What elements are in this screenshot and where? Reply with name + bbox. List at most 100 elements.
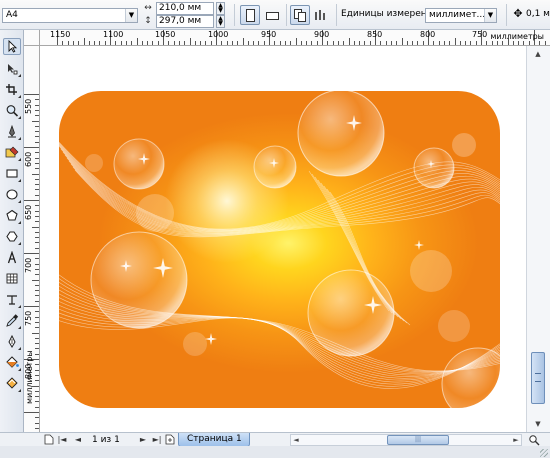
ruler-tick <box>200 41 202 45</box>
scroll-left-arrow-icon[interactable]: ◄ <box>291 435 301 445</box>
page-width-field[interactable]: 210,0 мм <box>156 2 214 15</box>
ruler-tick <box>35 348 39 350</box>
vertical-scrollbar[interactable]: ▲ ▼ <box>526 46 550 432</box>
ruler-tick <box>67 41 69 45</box>
current-page-button[interactable] <box>311 5 331 25</box>
width-spinner[interactable]: ▲ ▼ <box>216 2 225 15</box>
ruler-origin[interactable] <box>24 30 40 46</box>
first-page-button[interactable]: |◄ <box>56 433 68 446</box>
ruler-tick <box>311 41 313 45</box>
freehand-tool[interactable] <box>3 123 21 140</box>
ruler-tick <box>35 115 39 117</box>
outline-pen-icon <box>8 335 16 348</box>
shape-tool[interactable] <box>3 60 21 77</box>
smart-fill-icon <box>5 146 19 158</box>
paper-size-dropdown[interactable]: A4 ▼ <box>2 8 138 23</box>
outline-pen-tool[interactable] <box>3 333 21 350</box>
add-page-icon[interactable] <box>165 434 175 445</box>
ruler-tick <box>157 41 159 45</box>
polygon-tool[interactable] <box>3 207 21 224</box>
ruler-tick <box>104 41 106 45</box>
bubble <box>413 147 455 189</box>
page-tab-1[interactable]: Страница 1 <box>178 433 250 447</box>
landscape-icon <box>266 12 279 20</box>
bubble <box>113 138 165 190</box>
page-height-field[interactable]: 297,0 мм <box>156 15 214 28</box>
units-dropdown[interactable]: миллимет... ▼ <box>425 8 497 23</box>
navigator-magnifier-icon[interactable] <box>528 434 540 446</box>
pick-tool[interactable] <box>3 38 21 55</box>
ruler-tick <box>491 41 493 45</box>
ruler-label: 600 <box>24 151 33 167</box>
vertical-scroll-thumb[interactable] <box>531 352 545 404</box>
ruler-tick <box>422 41 424 45</box>
ruler-tick <box>327 41 329 45</box>
ruler-tick <box>99 41 101 45</box>
ruler-tick <box>523 41 525 45</box>
ruler-tick <box>300 41 302 45</box>
ruler-tick <box>35 343 39 345</box>
landscape-button[interactable] <box>262 5 282 25</box>
zoom-tool[interactable] <box>3 102 21 119</box>
ruler-tick <box>184 41 186 45</box>
crop-tool[interactable] <box>3 81 21 98</box>
last-page-button[interactable]: ►| <box>151 433 163 446</box>
horizontal-ruler[interactable]: 1150 1100 1050 1000 950 900 850 800 750 … <box>40 30 550 46</box>
ruler-tick <box>24 253 39 254</box>
ruler-label: 700 <box>24 257 33 273</box>
fill-tool[interactable] <box>3 354 21 371</box>
eyedropper-tool[interactable] <box>3 312 21 329</box>
previous-page-button[interactable]: ◄ <box>72 433 84 446</box>
ruler-tick <box>438 41 440 45</box>
ruler-tick <box>35 258 39 260</box>
horizontal-scrollbar[interactable]: ◄ ||| ► <box>290 434 522 446</box>
table-tool[interactable] <box>3 270 21 287</box>
ruler-tick <box>274 41 276 45</box>
ruler-tick <box>35 353 39 355</box>
interactive-fill-tool[interactable] <box>3 375 21 392</box>
ruler-tick <box>35 406 39 408</box>
ruler-tick <box>35 422 39 424</box>
rectangle-tool[interactable] <box>3 165 21 182</box>
ruler-tick <box>35 247 39 249</box>
ruler-tick <box>385 41 387 45</box>
ruler-tick <box>290 41 292 45</box>
height-spinner[interactable]: ▲ ▼ <box>216 15 225 28</box>
ruler-tick <box>35 125 39 127</box>
ruler-tick <box>35 321 39 323</box>
ruler-tick <box>141 41 143 45</box>
drawing-canvas[interactable] <box>40 46 526 432</box>
vertical-ruler[interactable]: 550 600 650 700 750 800 миллиметры <box>24 46 40 432</box>
basic-shapes-icon <box>6 231 18 242</box>
basic-shapes-tool[interactable] <box>3 228 21 245</box>
ruler-tick <box>470 41 472 45</box>
orange-bubble-artwork[interactable] <box>59 91 500 408</box>
ruler-tick <box>35 417 39 419</box>
ruler-tick <box>125 41 127 45</box>
ruler-tick <box>406 41 408 45</box>
portrait-button[interactable] <box>240 5 260 25</box>
ruler-tick <box>496 41 498 45</box>
horizontal-scroll-thumb[interactable]: ||| <box>387 435 449 445</box>
dimension-tool[interactable] <box>3 291 21 308</box>
smart-fill-tool[interactable] <box>3 144 21 161</box>
next-page-button[interactable]: ► <box>137 433 149 446</box>
scroll-up-arrow-icon[interactable]: ▲ <box>530 48 546 60</box>
nudge-distance-field[interactable]: 0,1 мм <box>526 9 550 19</box>
ruler-tick <box>35 274 39 276</box>
scroll-down-arrow-icon[interactable]: ▼ <box>530 418 546 430</box>
ellipse-icon <box>6 189 18 200</box>
ruler-tick <box>359 41 361 45</box>
resize-grip-icon[interactable] <box>540 449 548 457</box>
text-tool[interactable] <box>3 249 21 266</box>
ruler-tick <box>35 300 39 302</box>
chevron-down-icon: ▼ <box>125 9 137 22</box>
ruler-tick <box>32 226 39 228</box>
scroll-right-arrow-icon[interactable]: ► <box>511 435 521 445</box>
ellipse-tool[interactable] <box>3 186 21 203</box>
ruler-tick <box>35 290 39 292</box>
ruler-label: 750 <box>24 310 33 326</box>
document-icon <box>44 434 54 445</box>
all-pages-button[interactable] <box>290 5 310 25</box>
ruler-tick <box>152 41 154 45</box>
